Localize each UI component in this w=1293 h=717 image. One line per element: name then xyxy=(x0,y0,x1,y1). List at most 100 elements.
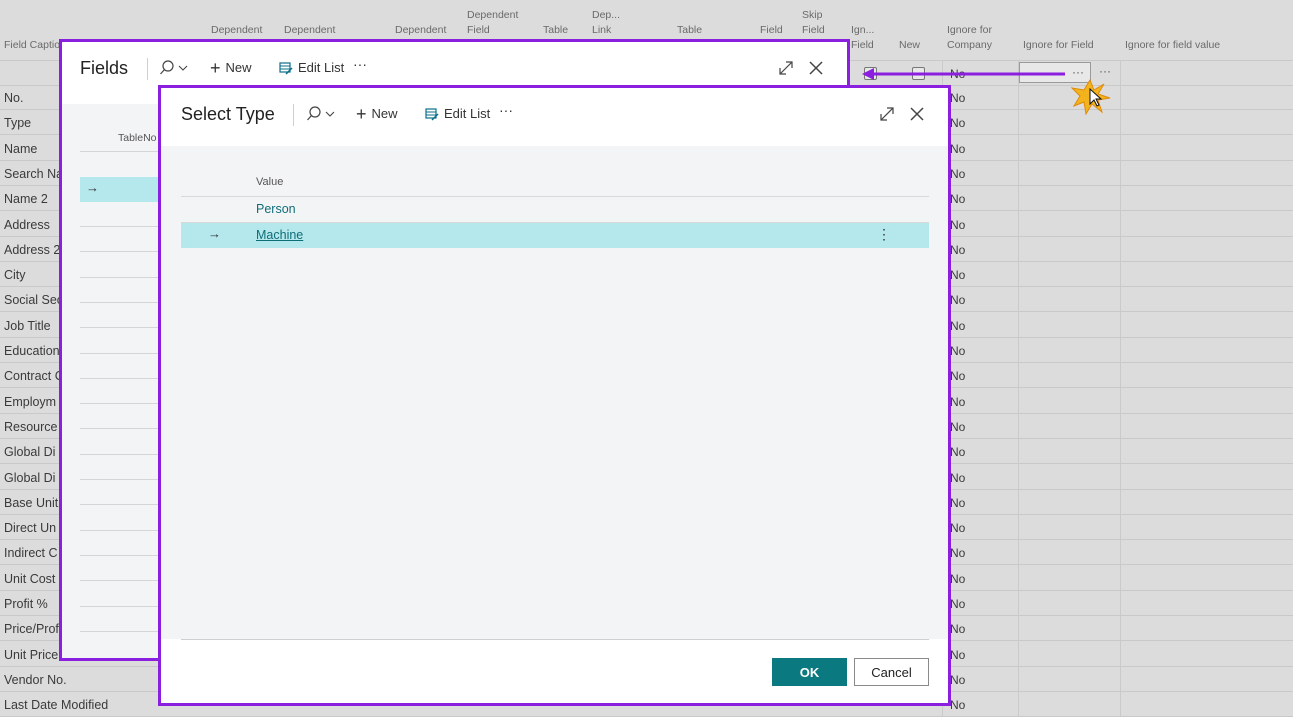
background-row-caption[interactable]: No. xyxy=(4,91,23,105)
list-item[interactable]: Person xyxy=(181,197,929,222)
col-new[interactable]: New xyxy=(899,38,920,53)
select-type-edit-list-button[interactable]: Edit List xyxy=(425,106,490,121)
fields-more-button[interactable]: ··· xyxy=(353,56,367,72)
fields-edit-list-button[interactable]: Edit List xyxy=(279,60,344,75)
row-actions-button[interactable]: ··· xyxy=(1099,64,1111,78)
col-ign-field-line1: Ign... xyxy=(851,24,875,36)
background-row-caption[interactable]: Last Date Modified xyxy=(4,698,108,712)
background-row-caption[interactable]: Global Di xyxy=(4,471,55,485)
ignore-company-value[interactable]: No xyxy=(950,521,965,535)
background-row-caption[interactable]: Address xyxy=(4,218,50,232)
fields-new-button[interactable]: + New xyxy=(210,57,252,78)
ignore-company-value[interactable]: No xyxy=(950,496,965,510)
background-row-caption[interactable]: Name xyxy=(4,142,37,156)
background-row-caption[interactable]: Address 2 xyxy=(4,243,60,257)
ignore-company-value[interactable]: No xyxy=(950,91,965,105)
col-field[interactable]: Field xyxy=(760,23,783,38)
background-row-caption[interactable]: Direct Un xyxy=(4,521,56,535)
background-row-caption[interactable]: Global Di xyxy=(4,445,55,459)
fields-selected-row[interactable]: → xyxy=(80,177,160,202)
search-toggle[interactable] xyxy=(306,106,336,122)
ignore-company-value[interactable]: No xyxy=(950,648,965,662)
col-ignore-company[interactable]: Ignore for Company xyxy=(947,23,992,53)
background-row-caption[interactable]: Search Na xyxy=(4,167,63,181)
ignore-company-value[interactable]: No xyxy=(950,142,965,156)
col-skip-field-line2: Field xyxy=(802,24,825,36)
ignore-company-value[interactable]: No xyxy=(950,268,965,282)
ignore-company-value[interactable]: No xyxy=(950,622,965,636)
ignore-company-value[interactable]: No xyxy=(950,420,965,434)
cancel-button[interactable]: Cancel xyxy=(854,658,929,686)
ignore-company-value[interactable]: No xyxy=(950,597,965,611)
ignore-company-value[interactable]: No xyxy=(950,243,965,257)
background-row-caption[interactable]: Name 2 xyxy=(4,192,48,206)
row-divider xyxy=(80,352,160,354)
ignore-company-value[interactable]: No xyxy=(950,319,965,333)
expand-icon[interactable] xyxy=(879,106,895,122)
plus-icon: + xyxy=(210,57,221,78)
row-divider xyxy=(80,504,160,506)
background-row-caption[interactable]: Indirect C xyxy=(4,546,58,560)
row-menu-icon[interactable]: ⋮ xyxy=(877,226,891,243)
col-skip-field[interactable]: Skip Field xyxy=(802,8,825,38)
select-type-more-button[interactable]: ··· xyxy=(499,102,513,118)
background-row-caption[interactable]: Employm xyxy=(4,395,56,409)
select-type-new-button[interactable]: + New xyxy=(356,105,398,123)
ignore-company-value[interactable]: No xyxy=(950,471,965,485)
background-row-caption[interactable]: Resource xyxy=(4,420,58,434)
lookup-ellipsis-button[interactable]: ··· xyxy=(1072,65,1084,79)
ignore-company-value[interactable]: No xyxy=(950,192,965,206)
col-dependent-2[interactable]: Dependent xyxy=(284,23,335,38)
ignore-company-value[interactable]: No xyxy=(950,445,965,459)
background-row-caption[interactable]: Vendor No. xyxy=(4,673,67,687)
col-tableno[interactable]: TableNo xyxy=(118,132,157,144)
ignore-company-value[interactable]: No xyxy=(950,395,965,409)
background-row-caption[interactable]: Job Title xyxy=(4,319,51,333)
col-ign-field[interactable]: Ign... Field xyxy=(851,23,874,53)
background-row-caption[interactable]: Contract C xyxy=(4,369,64,383)
select-type-title: Select Type xyxy=(181,104,275,124)
background-row-caption[interactable]: City xyxy=(4,268,26,282)
background-row-caption[interactable]: Unit Cost xyxy=(4,572,55,586)
background-row-caption[interactable]: Profit % xyxy=(4,597,48,611)
search-toggle[interactable] xyxy=(159,60,189,76)
close-icon[interactable] xyxy=(909,106,925,122)
background-row-caption[interactable]: Base Unit xyxy=(4,496,58,510)
background-row-caption[interactable]: Social Sec xyxy=(4,293,63,307)
col-table-2[interactable]: Table xyxy=(677,23,702,38)
ignore-company-value[interactable]: No xyxy=(950,673,965,687)
list-item-value[interactable]: Person xyxy=(256,202,296,216)
ignore-company-value[interactable]: No xyxy=(950,218,965,232)
ignore-company-value[interactable]: No xyxy=(950,293,965,307)
col-dependent-3[interactable]: Dependent xyxy=(395,23,446,38)
ignore-company-value[interactable]: No xyxy=(950,369,965,383)
col-ignore-for-field[interactable]: Ignore for Field xyxy=(1023,38,1094,53)
row-arrow-icon: → xyxy=(86,180,99,195)
ignore-company-value[interactable]: No xyxy=(950,344,965,358)
col-dep-link[interactable]: Dep... Link xyxy=(592,8,620,38)
background-row-caption[interactable]: Education xyxy=(4,344,60,358)
footer-divider xyxy=(181,639,929,640)
background-row-caption[interactable]: Unit Price xyxy=(4,648,58,662)
ignore-company-value[interactable]: No xyxy=(950,546,965,560)
col-dependent-field[interactable]: Dependent Field xyxy=(467,8,518,38)
background-row-caption[interactable]: Price/Prof xyxy=(4,622,59,636)
col-ignore-for-field-value[interactable]: Ignore for field value xyxy=(1125,38,1220,53)
background-row-caption[interactable]: Type xyxy=(4,116,31,130)
ignore-company-value[interactable]: No xyxy=(950,698,965,712)
col-field-caption[interactable]: Field Captio xyxy=(4,38,60,53)
col-value[interactable]: Value xyxy=(256,176,283,188)
col-table-1[interactable]: Table xyxy=(543,23,568,38)
ok-button[interactable]: OK xyxy=(772,658,847,686)
expand-icon[interactable] xyxy=(778,60,794,76)
list-item-selected[interactable]: → Machine ⋮ xyxy=(181,223,929,248)
close-icon[interactable] xyxy=(808,60,824,76)
ignore-company-value[interactable]: No xyxy=(950,116,965,130)
row-divider xyxy=(80,276,160,278)
select-type-list-area: Value Person → Machine ⋮ xyxy=(161,146,948,639)
col-dependent-1[interactable]: Dependent xyxy=(211,23,262,38)
ignore-company-value[interactable]: No xyxy=(950,572,965,586)
row-divider xyxy=(80,428,160,430)
list-item-value[interactable]: Machine xyxy=(256,228,303,242)
ignore-company-value[interactable]: No xyxy=(950,167,965,181)
